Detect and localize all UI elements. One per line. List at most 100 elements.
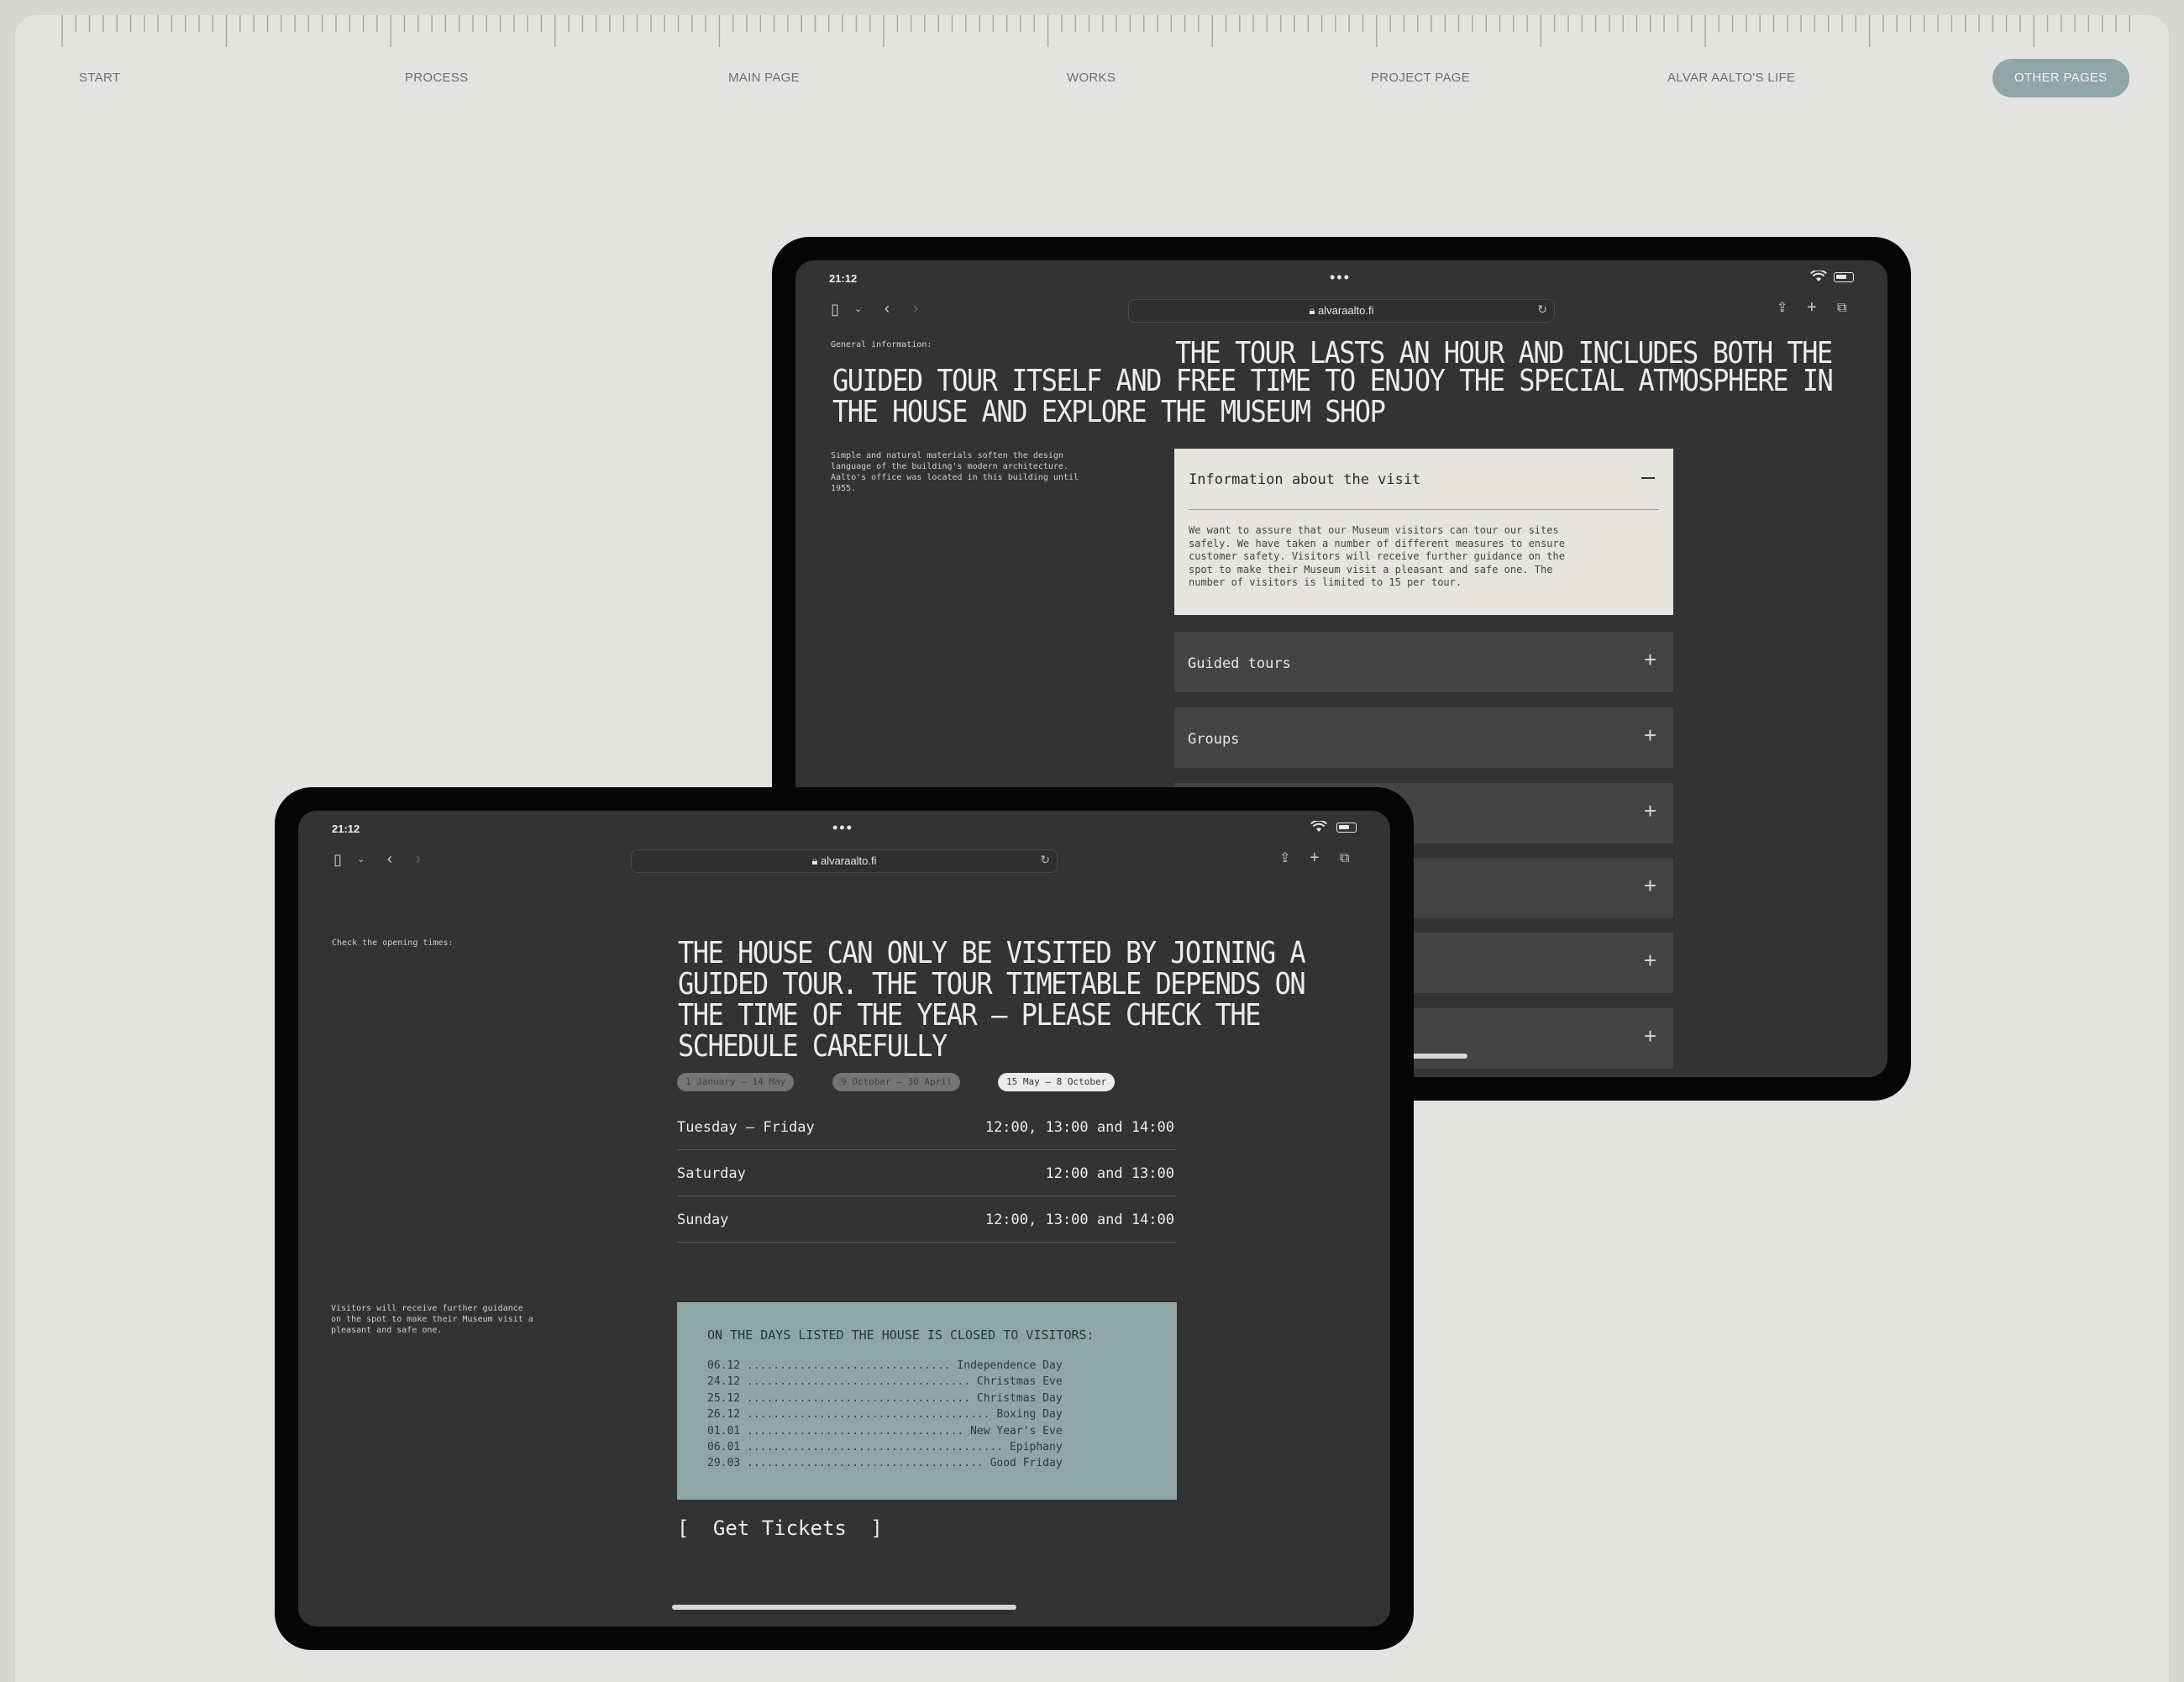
forward-arrow-icon[interactable]: ›: [913, 300, 918, 317]
holiday-row: 06.12 ............................... In…: [707, 1358, 1144, 1374]
address-bar[interactable]: 🔒︎ alvaraalto.fi ↻: [631, 849, 1058, 873]
divider: [1189, 509, 1659, 510]
nav-other-pages[interactable]: OTHER PAGES: [1992, 59, 2129, 97]
opening-times-label: Check the opening times:: [332, 938, 454, 948]
holiday-date: 26.12: [707, 1408, 741, 1422]
front-tablet: 21:12 ••• ▯ ⌄ ‹ › 🔒︎ alvaraalto.fi ↻ ⇪ +…: [275, 787, 1414, 1650]
season-tab[interactable]: 9 October – 30 April: [832, 1073, 961, 1091]
holiday-date: 06.12: [707, 1359, 741, 1372]
plus-icon[interactable]: +: [1644, 798, 1656, 824]
new-tab-icon[interactable]: +: [1310, 849, 1320, 866]
chevron-down-icon[interactable]: ⌄: [854, 301, 862, 318]
holiday-row: 24.12 ..................................…: [707, 1374, 1144, 1390]
new-tab-icon[interactable]: +: [1807, 299, 1817, 316]
lock-icon: 🔒︎: [1309, 304, 1315, 317]
holiday-name: Good Friday: [990, 1457, 1063, 1470]
address-bar[interactable]: 🔒︎ alvaraalto.fi ↻: [1128, 299, 1555, 323]
schedule-hours: 12:00 and 13:00: [1045, 1165, 1174, 1182]
accordion-item-open[interactable]: Information about the visit We want to a…: [1174, 449, 1673, 615]
leader-dots: ...............................: [740, 1359, 958, 1372]
get-tickets-button[interactable]: [ Get Tickets ]: [677, 1516, 929, 1545]
nav-process[interactable]: PROCESS: [405, 59, 468, 97]
back-arrow-icon[interactable]: ‹: [387, 850, 392, 867]
battery-icon: [1336, 823, 1357, 833]
closed-days-box: ON THE DAYS LISTED THE HOUSE IS CLOSED T…: [677, 1302, 1177, 1500]
holiday-row: 29.03 ..................................…: [707, 1455, 1144, 1471]
tabs-icon[interactable]: ⧉: [1340, 850, 1349, 867]
wifi-icon: [1310, 821, 1327, 832]
holiday-date: 01.01: [707, 1424, 741, 1438]
holiday-row: 01.01 ................................. …: [707, 1423, 1144, 1439]
reload-icon[interactable]: ↻: [1040, 853, 1050, 867]
holiday-name: New Year's Eve: [970, 1424, 1063, 1438]
nav-alvar-aaltos-life[interactable]: ALVAR AALTO'S LIFE: [1667, 59, 1795, 97]
share-icon[interactable]: ⇪: [1279, 850, 1290, 867]
leader-dots: ..................................: [740, 1375, 977, 1389]
schedule-row: Sunday 12:00, 13:00 and 14:00: [677, 1196, 1176, 1243]
holiday-row: 25.12 ..................................…: [707, 1390, 1144, 1406]
schedule-hours: 12:00, 13:00 and 14:00: [984, 1119, 1174, 1136]
plus-icon[interactable]: +: [1644, 873, 1656, 899]
nav-main-page[interactable]: MAIN PAGE: [728, 59, 800, 97]
lock-icon: 🔒︎: [811, 854, 818, 867]
schedule-day: Tuesday – Friday: [677, 1119, 815, 1136]
plus-icon[interactable]: +: [1644, 647, 1656, 673]
tabs-icon[interactable]: ⧉: [1837, 300, 1846, 317]
back-arrow-icon[interactable]: ‹: [885, 300, 890, 317]
side-description: Simple and natural materials soften the …: [831, 451, 1079, 493]
sidebar-toggle-icon[interactable]: ▯: [831, 301, 839, 318]
headline: THE HOUSE CAN ONLY BE VISITED BY JOINING…: [678, 934, 1306, 1064]
minus-icon[interactable]: [1641, 477, 1655, 479]
season-tab-active[interactable]: 15 May – 8 October: [998, 1073, 1116, 1091]
url-text: alvaraalto.fi: [1318, 304, 1374, 317]
headline-rest: GUIDED TOUR ITSELF AND FREE TIME TO ENJO…: [832, 362, 1834, 430]
holiday-row: 06.01 ..................................…: [707, 1439, 1144, 1455]
multitask-dots-icon[interactable]: •••: [832, 819, 853, 837]
season-tabs: 1 January – 14 May 9 October – 30 April …: [677, 1073, 1181, 1093]
holiday-date: 25.12: [707, 1391, 741, 1405]
status-time: 21:12: [829, 272, 858, 285]
schedule-hours: 12:00, 13:00 and 14:00: [984, 1212, 1174, 1228]
leader-dots: .....................................: [740, 1408, 997, 1422]
plus-icon[interactable]: +: [1644, 723, 1656, 749]
schedule-row: Tuesday – Friday 12:00, 13:00 and 14:00: [677, 1104, 1176, 1150]
share-icon[interactable]: ⇪: [1777, 300, 1788, 317]
forward-arrow-icon[interactable]: ›: [416, 850, 421, 867]
accordion-item-guided-tours[interactable]: Guided tours +: [1174, 632, 1673, 692]
sidebar-toggle-icon[interactable]: ▯: [333, 851, 342, 868]
leader-dots: .................................: [740, 1424, 971, 1438]
ruler-decoration: [61, 15, 2131, 47]
holiday-row: 26.12 ..................................…: [707, 1406, 1144, 1422]
accordion-open-body: We want to assure that our Museum visito…: [1189, 524, 1565, 588]
holiday-name: Epiphany: [1010, 1441, 1063, 1453]
battery-icon: [1834, 272, 1854, 282]
chevron-down-icon[interactable]: ⌄: [357, 851, 365, 868]
get-tickets-label: Get Tickets: [712, 1516, 847, 1540]
multitask-dots-icon[interactable]: •••: [1330, 269, 1351, 286]
holiday-date: 24.12: [707, 1375, 741, 1389]
nav-project-page[interactable]: PROJECT PAGE: [1371, 59, 1470, 97]
nav-start[interactable]: START: [79, 59, 120, 97]
url-text: alvaraalto.fi: [821, 854, 877, 867]
wifi-icon: [1810, 271, 1827, 281]
home-indicator[interactable]: [672, 1605, 1016, 1610]
schedule-table: Tuesday – Friday 12:00, 13:00 and 14:00 …: [677, 1104, 1176, 1247]
holiday-name: Christmas Eve: [976, 1375, 1063, 1389]
nav-works[interactable]: WORKS: [1067, 59, 1116, 97]
status-time: 21:12: [332, 823, 360, 835]
schedule-day: Saturday: [677, 1165, 746, 1182]
bracket-close: ]: [870, 1516, 883, 1540]
leader-dots: ....................................: [740, 1457, 990, 1470]
reload-icon[interactable]: ↻: [1537, 302, 1547, 317]
front-tablet-screen: 21:12 ••• ▯ ⌄ ‹ › 🔒︎ alvaraalto.fi ↻ ⇪ +…: [298, 811, 1390, 1627]
holiday-date: 29.03: [707, 1457, 741, 1470]
accordion-item-groups[interactable]: Groups +: [1174, 707, 1673, 768]
holiday-date: 06.01: [707, 1441, 741, 1453]
status-bar: 21:12 •••: [298, 811, 1390, 841]
plus-icon[interactable]: +: [1644, 1023, 1656, 1049]
browser-toolbar: ▯ ⌄ ‹ › 🔒︎ alvaraalto.fi ↻ ⇪ + ⧉: [795, 292, 1887, 329]
accordion-label: Guided tours: [1188, 655, 1291, 672]
plus-icon[interactable]: +: [1644, 948, 1656, 974]
general-info-label: General information:: [831, 340, 932, 350]
season-tab[interactable]: 1 January – 14 May: [677, 1073, 795, 1091]
